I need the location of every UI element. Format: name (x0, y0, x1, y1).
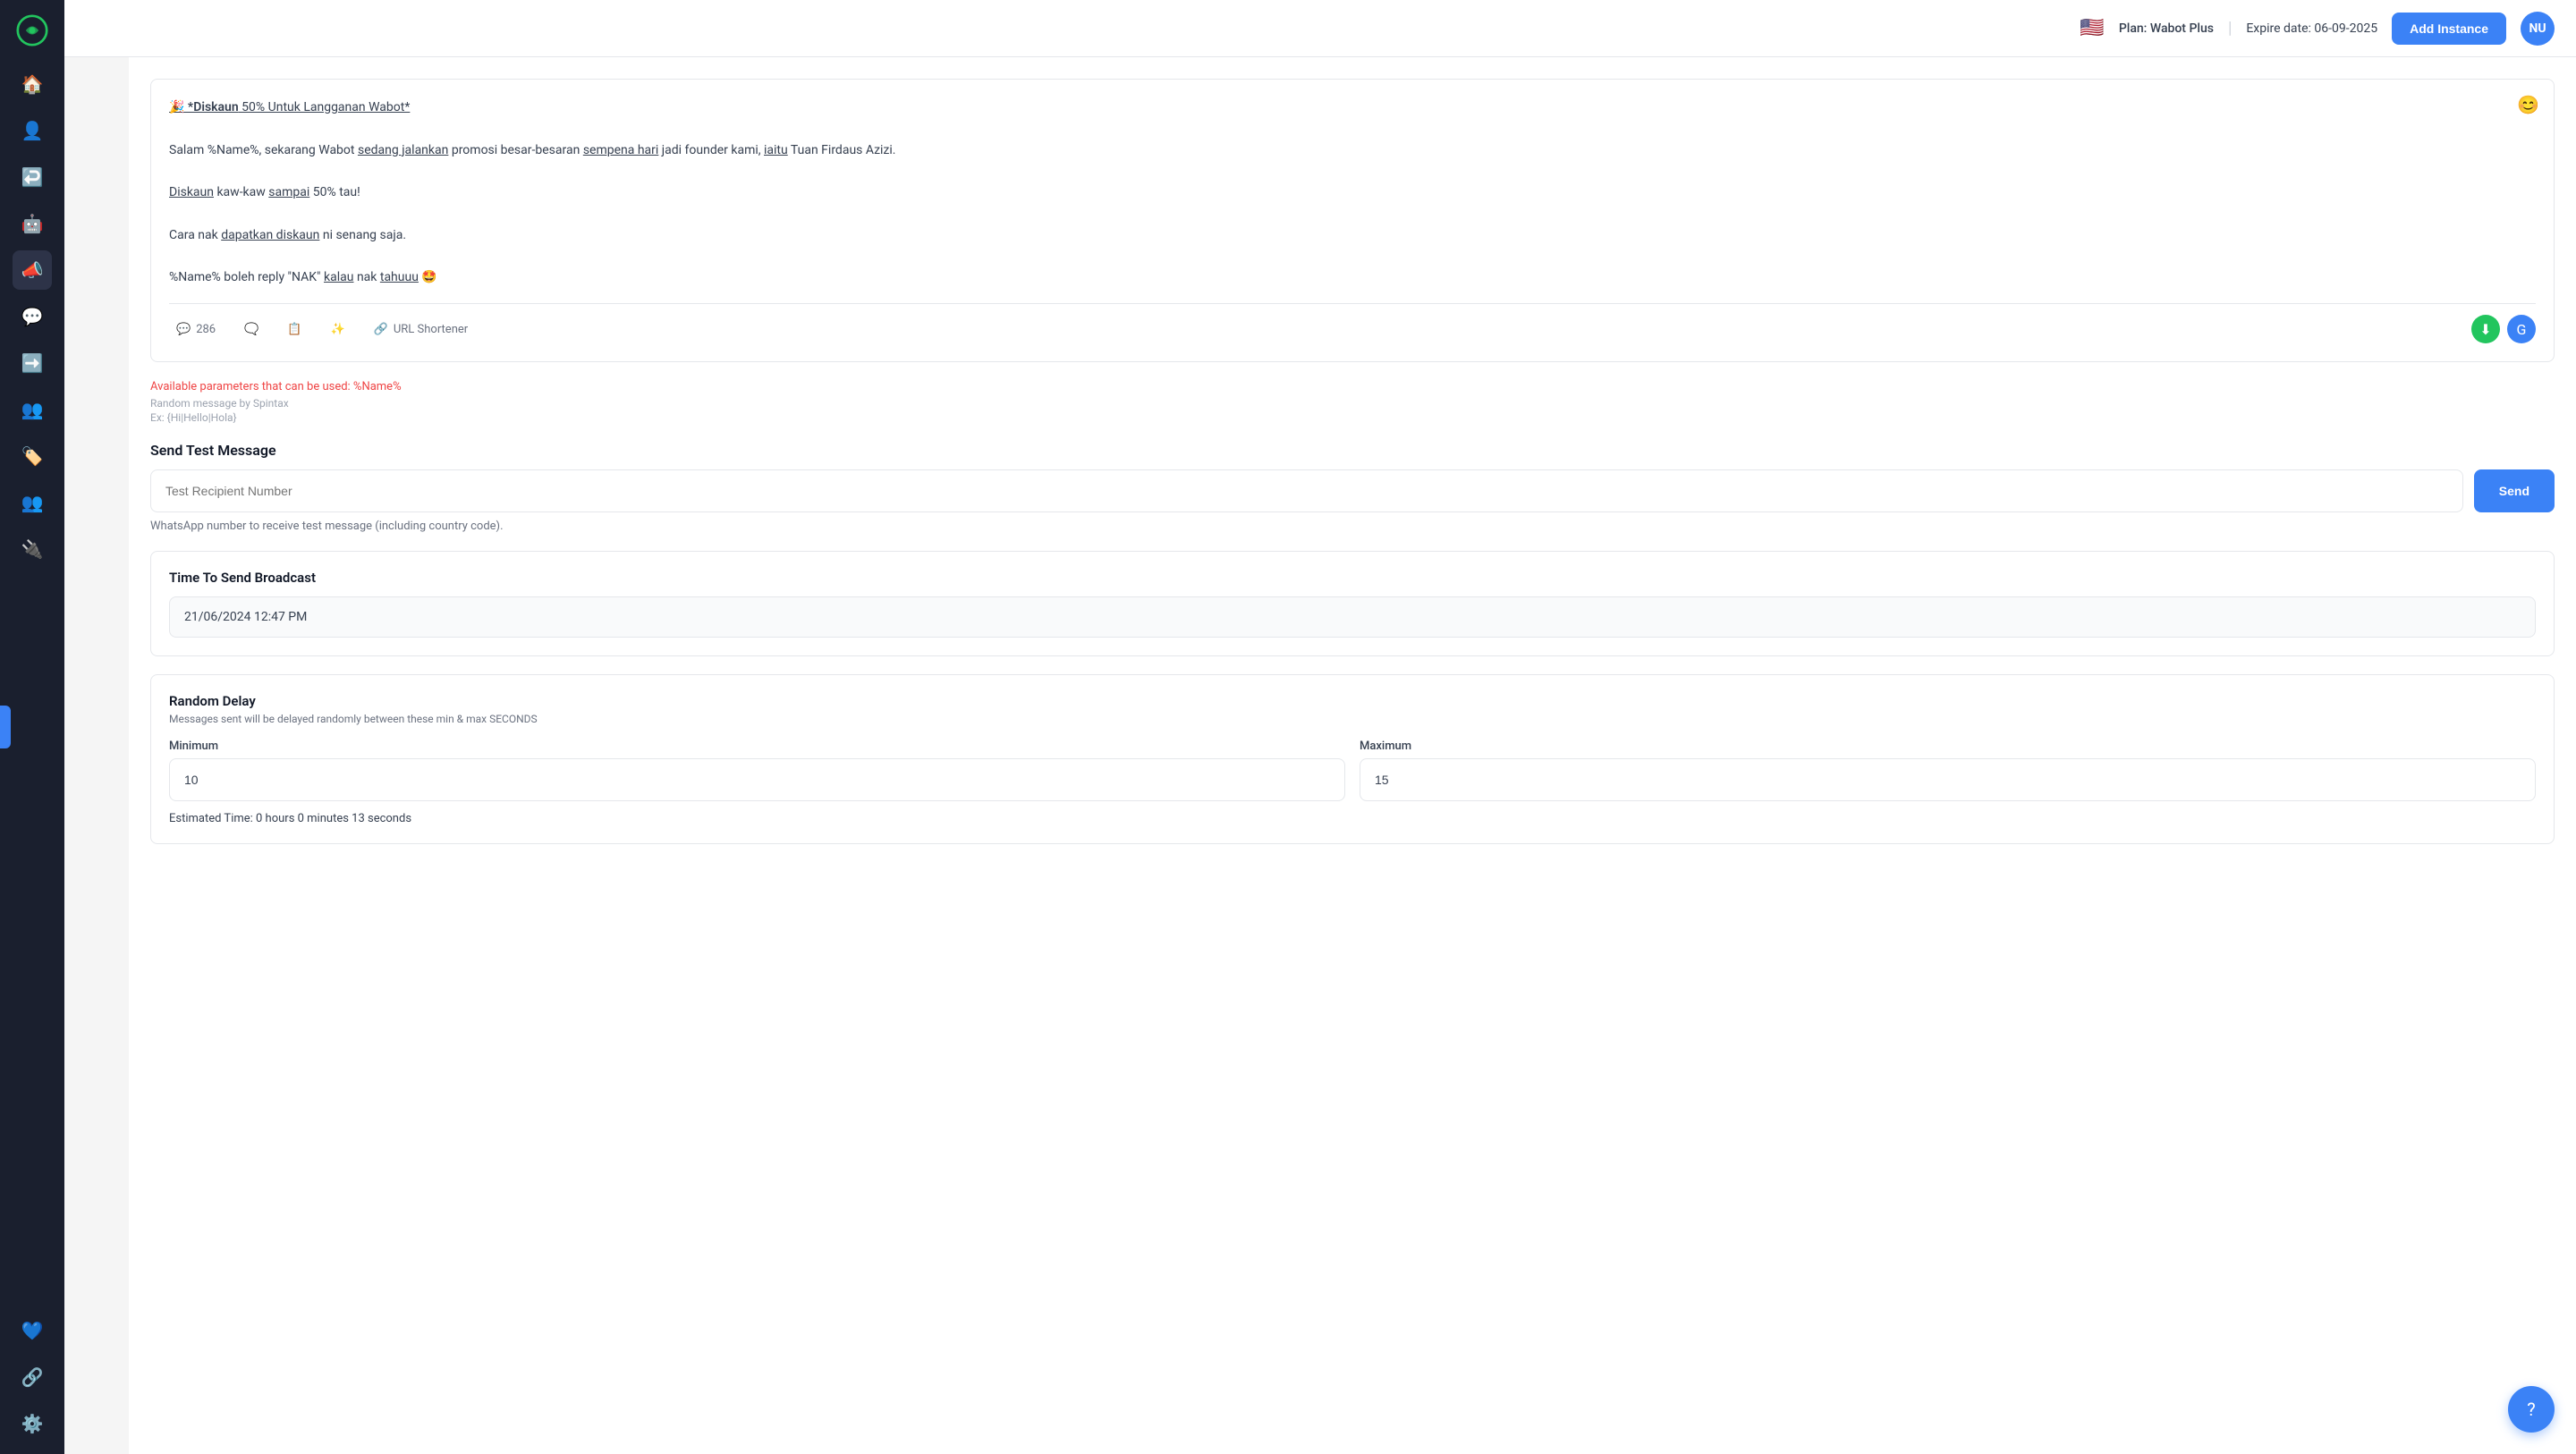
help-button[interactable]: ? (2508, 1386, 2555, 1433)
toolbar-comment[interactable]: 🗨️ (237, 319, 266, 340)
grammarly-icon: G (2517, 321, 2527, 338)
sidebar-item-home[interactable]: 🏠 (13, 64, 52, 104)
minimum-col: Minimum (169, 740, 1345, 801)
toolbar-download-button[interactable]: ⬇ (2471, 315, 2500, 343)
sidebar-item-chat[interactable]: 💬 (13, 297, 52, 336)
save-icon: 📋 (287, 323, 301, 336)
whatsapp-hint: WhatsApp number to receive test message … (150, 520, 2555, 533)
ring-inner (0, 706, 11, 748)
broadcast-datetime[interactable]: 21/06/2024 12:47 PM (169, 596, 2536, 638)
sidebar-item-links[interactable]: 🔗 (13, 1357, 52, 1397)
add-instance-button[interactable]: Add Instance (2392, 13, 2506, 45)
broadcast-icon: 📣 (21, 259, 44, 281)
topbar-expire: Expire date: 06-09-2025 (2246, 21, 2377, 36)
topbar-flag: 🇺🇸 (2080, 17, 2104, 39)
sidebar-item-contacts[interactable]: 👤 (13, 111, 52, 150)
replies-icon: ↩️ (21, 166, 44, 188)
emoji-picker-button[interactable]: 😊 (2517, 94, 2539, 116)
minimum-label: Minimum (169, 740, 1345, 753)
message-icon: 💬 (176, 323, 191, 336)
topbar-plan: Plan: Wabot Plus (2119, 21, 2214, 36)
team-icon: 👥 (21, 399, 44, 420)
message-body: 🎉 *Diskaun 50% Untuk Langganan Wabot* Sa… (169, 97, 2536, 289)
toolbar-ai[interactable]: ✨ (323, 319, 352, 340)
contacts-icon: 👤 (21, 120, 44, 141)
topbar: 🇺🇸 Plan: Wabot Plus | Expire date: 06-09… (64, 0, 2576, 57)
chat-icon: 💬 (21, 306, 44, 327)
delay-inputs-row: Minimum Maximum (169, 740, 2536, 801)
sidebar-item-integrations[interactable]: 🔌 (13, 529, 52, 569)
spintax-example: Ex: {Hi|Hello|Hola} (150, 411, 2555, 424)
random-delay-card: Random Delay Messages sent will be delay… (150, 674, 2555, 844)
support-icon: 💙 (21, 1320, 44, 1341)
delay-title: Random Delay (169, 693, 2536, 709)
estimated-time: Estimated Time: 0 hours 0 minutes 13 sec… (169, 812, 2536, 825)
send-test-button[interactable]: Send (2474, 469, 2555, 512)
broadcast-card-title: Time To Send Broadcast (169, 570, 2536, 586)
maximum-label: Maximum (1360, 740, 2536, 753)
message-editor-card: 😊 🎉 *Diskaun 50% Untuk Langganan Wabot* … (150, 79, 2555, 362)
test-message-section-title: Send Test Message (150, 442, 2555, 459)
sidebar-item-team[interactable]: 👥 (13, 390, 52, 429)
toolbar-grammarly-button[interactable]: G (2507, 315, 2536, 343)
spintax-hint: Random message by Spintax (150, 397, 2555, 410)
toolbar-right-actions: ⬇ G (2471, 315, 2536, 343)
settings-icon: ⚙️ (21, 1413, 44, 1434)
comment-icon: 🗨️ (244, 323, 258, 336)
sidebar-item-replies[interactable]: ↩️ (13, 157, 52, 197)
home-icon: 🏠 (21, 73, 44, 95)
bot-icon: 🤖 (21, 213, 44, 234)
delay-hint: Messages sent will be delayed randomly b… (169, 713, 2536, 725)
sidebar-item-bot[interactable]: 🤖 (13, 204, 52, 243)
topbar-divider: | (2228, 19, 2232, 38)
link-icon: 🔗 (374, 323, 388, 336)
download-icon: ⬇ (2479, 321, 2491, 338)
params-hint: Available parameters that can be used: %… (150, 380, 2555, 393)
sidebar-logo[interactable] (13, 11, 52, 50)
main-content: 😊 🎉 *Diskaun 50% Untuk Langganan Wabot* … (129, 57, 2576, 1454)
export-icon: ➡️ (21, 352, 44, 374)
tags-icon: 🏷️ (21, 445, 44, 467)
help-icon: ? (2527, 1399, 2535, 1420)
char-count: 💬 286 (169, 319, 223, 340)
test-message-row: Send (150, 469, 2555, 512)
sidebar-item-broadcast[interactable]: 📣 (13, 250, 52, 290)
toolbar-save[interactable]: 📋 (280, 319, 309, 340)
test-recipient-input[interactable] (150, 469, 2463, 512)
maximum-col: Maximum (1360, 740, 2536, 801)
groups-icon: 👥 (21, 492, 44, 513)
ring-indicator (0, 706, 11, 748)
toolbar-url-shortener[interactable]: 🔗 URL Shortener (367, 319, 476, 340)
integrations-icon: 🔌 (21, 538, 44, 560)
sidebar-item-groups[interactable]: 👥 (13, 483, 52, 522)
sidebar-item-support[interactable]: 💙 (13, 1311, 52, 1350)
sidebar-item-export[interactable]: ➡️ (13, 343, 52, 383)
minimum-input[interactable] (169, 758, 1345, 801)
links-icon: 🔗 (21, 1366, 44, 1388)
maximum-input[interactable] (1360, 758, 2536, 801)
avatar[interactable]: NU (2521, 12, 2555, 46)
ai-icon: ✨ (330, 323, 344, 336)
broadcast-time-card: Time To Send Broadcast 21/06/2024 12:47 … (150, 551, 2555, 656)
sidebar-item-settings[interactable]: ⚙️ (13, 1404, 52, 1443)
message-toolbar: 💬 286 🗨️ 📋 ✨ 🔗 URL Shortener ⬇ (169, 303, 2536, 343)
sidebar-item-tags[interactable]: 🏷️ (13, 436, 52, 476)
